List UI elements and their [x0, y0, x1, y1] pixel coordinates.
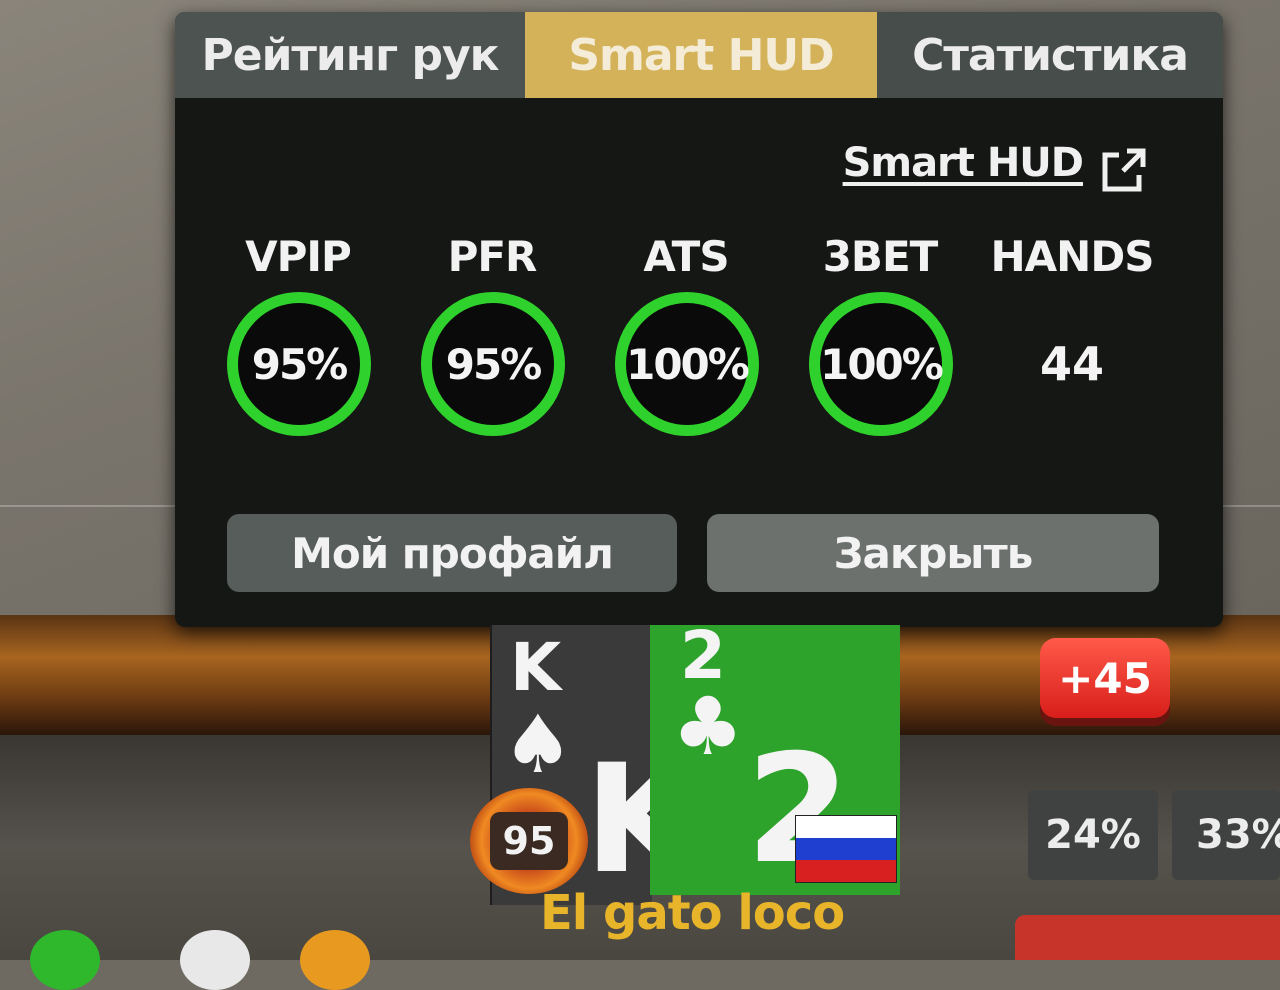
stat-ring-3bet: 100%	[809, 292, 953, 436]
chip-icon	[30, 930, 100, 990]
percentage-box[interactable]: 24%	[1028, 790, 1158, 880]
plus-points-value: +45	[1058, 653, 1152, 703]
spade-icon: ♠	[502, 698, 574, 791]
percentage-value: 24%	[1045, 812, 1141, 858]
stat-ring-pfr: 95%	[421, 292, 565, 436]
tab-label: Рейтинг рук	[201, 29, 500, 81]
smart-hud-link-text: Smart HUD	[842, 140, 1084, 186]
club-icon: ♣	[672, 680, 744, 773]
percentage-value: 33%	[1196, 812, 1280, 858]
red-action-panel[interactable]	[1015, 915, 1280, 960]
player-name[interactable]: El gato loco	[540, 885, 860, 941]
tab-label: Статистика	[912, 29, 1189, 81]
tab-label: Smart HUD	[568, 29, 834, 81]
stat-label-vpip: VPIP	[245, 232, 352, 281]
smart-hud-popup: Рейтинг рук Smart HUD Статистика Smart H…	[175, 12, 1223, 627]
my-profile-button-label: Мой профайл	[291, 528, 614, 578]
my-profile-button[interactable]: Мой профайл	[227, 514, 677, 592]
stat-value-3bet: 100%	[820, 339, 944, 389]
close-button[interactable]: Закрыть	[707, 514, 1159, 592]
tab-statistics[interactable]: Статистика	[877, 12, 1223, 98]
card-rank: K	[510, 629, 562, 706]
stat-ring-vpip: 95%	[227, 292, 371, 436]
stat-value-vpip: 95%	[251, 339, 349, 389]
external-link-icon[interactable]	[1099, 145, 1149, 195]
close-button-label: Закрыть	[833, 528, 1034, 578]
stat-value-ats: 100%	[626, 339, 750, 389]
smart-hud-link[interactable]: Smart HUD	[842, 140, 1084, 186]
stat-value-pfr: 95%	[445, 339, 543, 389]
russia-flag-icon	[795, 815, 897, 883]
stat-label-pfr: PFR	[447, 232, 538, 281]
player-rating-badge[interactable]: 95	[470, 788, 588, 894]
chip-icon	[300, 930, 370, 990]
hud-tabs: Рейтинг рук Smart HUD Статистика	[175, 12, 1223, 98]
stat-value-hands: 44	[1039, 337, 1104, 391]
plus-points-badge[interactable]: +45	[1040, 638, 1170, 718]
stat-label-hands: HANDS	[990, 232, 1155, 281]
tab-smart-hud[interactable]: Smart HUD	[525, 12, 877, 98]
stat-label-ats: ATS	[643, 232, 729, 281]
stat-label-3bet: 3BET	[822, 232, 939, 281]
stat-ring-ats: 100%	[615, 292, 759, 436]
percentage-box[interactable]: 33%	[1172, 790, 1280, 880]
player-rating-value: 95	[490, 812, 568, 870]
tab-hand-rating[interactable]: Рейтинг рук	[175, 12, 525, 98]
chip-icon	[180, 930, 250, 990]
